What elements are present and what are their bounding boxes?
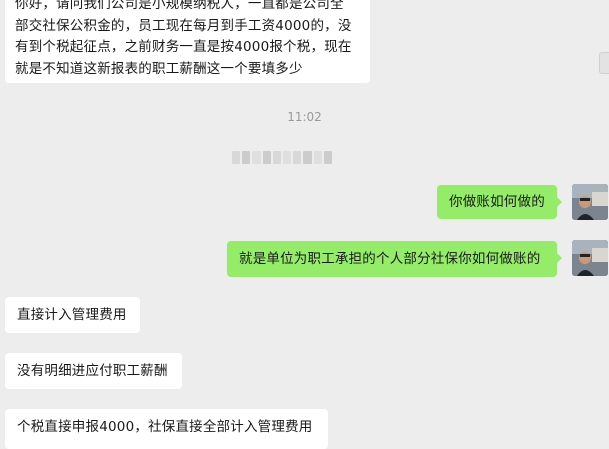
- side-panel-toggle[interactable]: [599, 52, 609, 74]
- message-text: 你做账如何做的: [449, 194, 545, 210]
- user-avatar-icon[interactable]: [572, 240, 608, 276]
- outgoing-message: 就是单位为职工承担的个人部分社保你如何做账的: [227, 241, 562, 277]
- message-line: 部交社保公积金的，员工现在每月到手工资4000的，没: [15, 17, 352, 34]
- incoming-message: 个税直接申报4000，社保直接全部计入管理费用: [5, 409, 328, 449]
- message-timestamp: 11:02: [287, 110, 322, 124]
- message-text: 直接计入管理费用: [17, 307, 127, 323]
- user-avatar-icon[interactable]: [572, 184, 608, 220]
- message-line: 你好，请问我们公司是小规模纳税人，一直都是公司全: [15, 0, 344, 12]
- message-text: 个税直接申报4000，社保直接全部计入管理费用: [17, 419, 313, 435]
- incoming-message: 直接计入管理费用: [5, 297, 140, 333]
- avatar-photo: [572, 184, 608, 220]
- message-line: 就是不知道这新报表的职工薪酬这一个要填多少: [15, 60, 303, 77]
- incoming-message: 没有明细进应付职工薪酬: [5, 353, 182, 389]
- avatar-photo: [572, 240, 608, 276]
- outgoing-message: 你做账如何做的: [437, 185, 562, 219]
- message-text: 就是单位为职工承担的个人部分社保你如何做账的: [239, 251, 541, 267]
- message-text: 没有明细进应付职工薪酬: [17, 363, 168, 379]
- message-line: 有到个税起征点，之前财务一直是按4000报个税，现在: [15, 39, 352, 55]
- mosaic-blur-icon: [232, 151, 333, 164]
- incoming-message: 你好，请问我们公司是小规模纳税人，一直都是公司全 部交社保公积金的，员工现在每月…: [5, 0, 370, 83]
